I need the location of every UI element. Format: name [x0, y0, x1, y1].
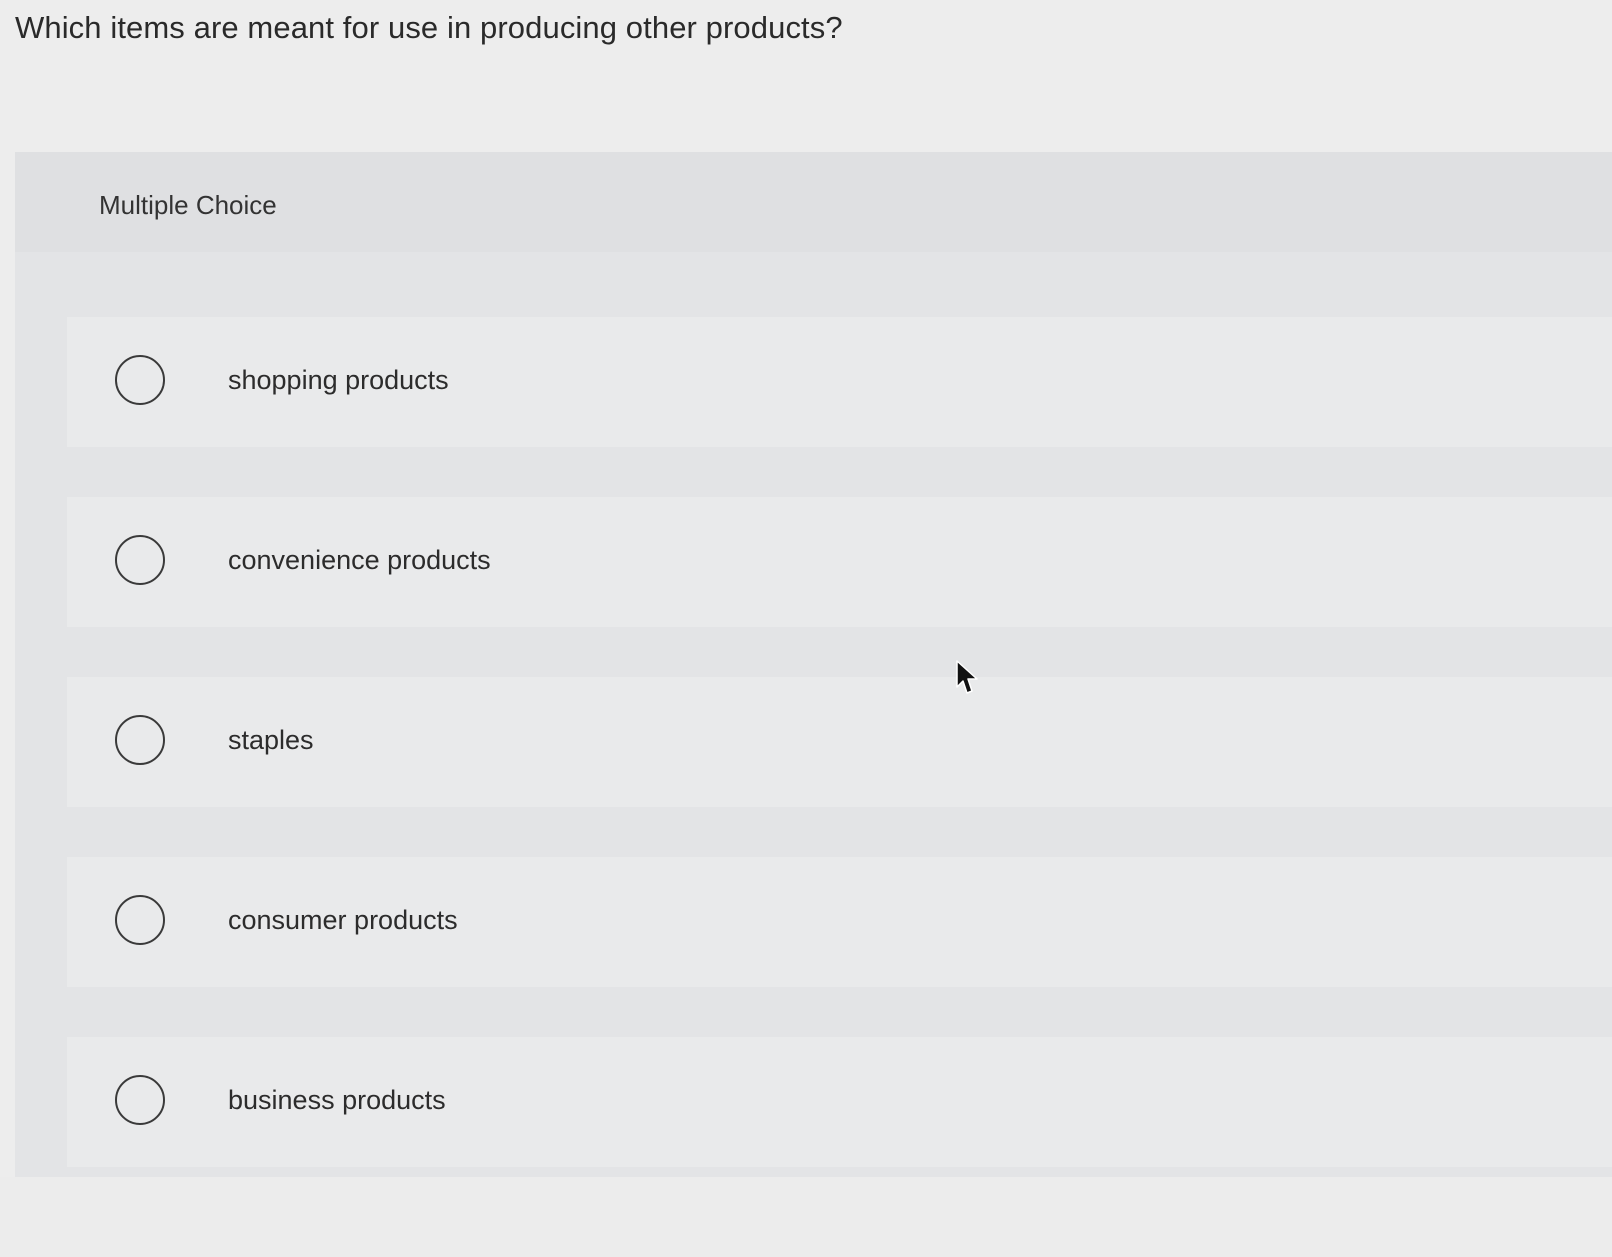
- choice-label: staples: [228, 725, 314, 755]
- choice-option-convenience-products[interactable]: convenience products: [67, 497, 1612, 627]
- choice-label: shopping products: [228, 365, 449, 395]
- multiple-choice-panel: Multiple Choice shopping products conven…: [15, 152, 1612, 1177]
- choice-label: business products: [228, 1085, 446, 1115]
- choice-option-business-products[interactable]: business products: [67, 1037, 1612, 1167]
- radio-unselected-icon[interactable]: [115, 535, 165, 585]
- question-type-label: Multiple Choice: [99, 190, 277, 220]
- page-bottom-area: [0, 1177, 1612, 1257]
- panel-header: Multiple Choice: [15, 152, 1612, 252]
- mouse-pointer-icon: [956, 660, 978, 694]
- choice-label: consumer products: [228, 905, 458, 935]
- radio-unselected-icon[interactable]: [115, 355, 165, 405]
- choice-option-consumer-products[interactable]: consumer products: [67, 857, 1612, 987]
- choice-option-staples[interactable]: staples: [67, 677, 1612, 807]
- question-text: Which items are meant for use in produci…: [15, 10, 843, 45]
- choice-label: convenience products: [228, 545, 491, 575]
- radio-unselected-icon[interactable]: [115, 1075, 165, 1125]
- radio-unselected-icon[interactable]: [115, 715, 165, 765]
- radio-unselected-icon[interactable]: [115, 895, 165, 945]
- choice-option-shopping-products[interactable]: shopping products: [67, 317, 1612, 447]
- choice-list: shopping products convenience products s…: [67, 317, 1612, 1167]
